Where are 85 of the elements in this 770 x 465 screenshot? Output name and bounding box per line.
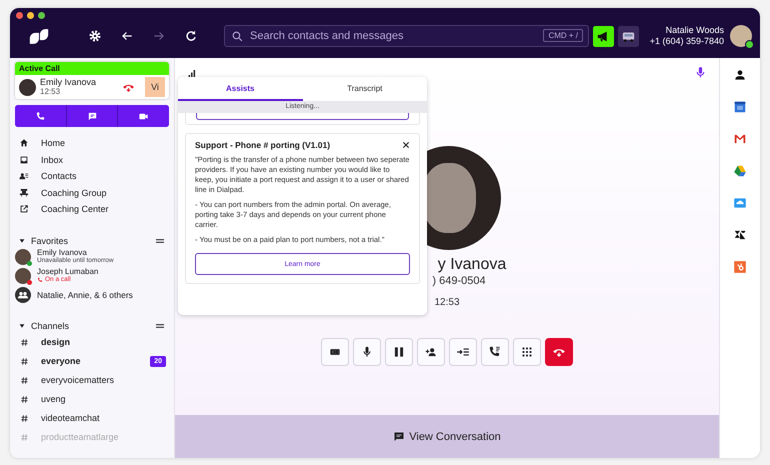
call-timer: 12:53 xyxy=(40,87,62,96)
presence-dot xyxy=(745,40,754,49)
hold-button[interactable] xyxy=(385,338,413,366)
group-icon xyxy=(19,188,29,198)
caller-phone: ) 649-0504 xyxy=(432,275,486,287)
close-icon[interactable] xyxy=(402,141,410,149)
initials-badge[interactable]: Vi xyxy=(145,77,165,97)
keypad-button[interactable] xyxy=(513,338,541,366)
hangup-button[interactable] xyxy=(545,338,573,366)
nav-item[interactable]: Coaching Center xyxy=(15,201,169,218)
channel-name[interactable]: uveng xyxy=(41,394,169,404)
card-title: Support - Phone # porting (V1.01) xyxy=(195,140,330,150)
hash-icon xyxy=(21,434,28,440)
megaphone-icon[interactable] xyxy=(593,26,614,46)
menu-icon[interactable] xyxy=(156,322,164,328)
group-avatar-icon[interactable] xyxy=(15,287,31,303)
phone-icon xyxy=(37,277,43,283)
hash-icon xyxy=(21,396,28,402)
hash-icon xyxy=(21,376,28,384)
active-call-card[interactable]: Active Call Emily Ivanova 12:53 Vi xyxy=(15,62,169,99)
transfer-button[interactable] xyxy=(449,338,477,366)
call-timer: 12:53 xyxy=(434,297,460,308)
channel-name[interactable]: everyvoicematters xyxy=(41,375,169,385)
mail-icon[interactable] xyxy=(733,132,747,146)
van-icon[interactable] xyxy=(618,26,639,46)
nav-item[interactable]: Coaching Group xyxy=(15,184,169,201)
contact-name[interactable]: Joseph Lumaban xyxy=(37,268,98,276)
hash-icon xyxy=(21,338,28,346)
close-window-button[interactable] xyxy=(16,12,23,19)
user-phone: +1 (604) 359-7840 xyxy=(650,36,724,47)
user-name: Natalie Woods xyxy=(666,25,724,36)
avatar xyxy=(19,78,36,96)
caller-name: y Ivanova xyxy=(438,256,506,274)
tab[interactable]: Transcript xyxy=(302,77,427,101)
view-conversation-button[interactable]: View Conversation xyxy=(175,415,719,458)
forward-button[interactable] xyxy=(481,338,509,366)
contact-avatar[interactable] xyxy=(15,268,31,284)
calendar-icon[interactable] xyxy=(733,100,747,114)
add-person-icon xyxy=(424,345,438,359)
user-avatar[interactable] xyxy=(730,25,752,47)
maximize-window-button[interactable] xyxy=(38,12,45,19)
mic-button[interactable] xyxy=(353,338,381,366)
rec-button[interactable] xyxy=(321,338,349,366)
nav-item[interactable]: Inbox xyxy=(15,152,169,168)
contact-avatar[interactable] xyxy=(15,249,31,265)
menu-icon[interactable] xyxy=(156,238,164,244)
cloud-icon[interactable] xyxy=(733,196,747,210)
home-icon xyxy=(19,138,29,148)
tab[interactable]: Assists xyxy=(178,77,302,101)
channel-name[interactable]: videoteamchat xyxy=(41,413,169,423)
zigzag-logo-icon[interactable] xyxy=(733,228,747,242)
active-call-label: Active Call xyxy=(15,62,169,75)
collapse-caret-icon[interactable] xyxy=(19,238,25,244)
microphone-icon[interactable] xyxy=(694,66,707,79)
collapse-caret-icon[interactable] xyxy=(19,322,25,328)
search-icon xyxy=(231,30,244,42)
refresh-icon[interactable] xyxy=(184,29,198,43)
contact-name[interactable]: Emily Ivanova xyxy=(37,249,114,257)
group-name[interactable]: Natalie, Annie, & 6 others xyxy=(37,290,133,300)
add-button[interactable] xyxy=(417,338,445,366)
settings-icon[interactable] xyxy=(88,29,102,43)
hash-icon xyxy=(21,414,28,422)
external-icon xyxy=(19,204,29,214)
drive-icon[interactable] xyxy=(733,164,747,178)
person-icon[interactable] xyxy=(733,68,747,82)
inbox-icon xyxy=(19,154,29,165)
nav-item[interactable]: Home xyxy=(15,135,169,152)
pause-icon xyxy=(392,345,406,359)
shortcut-hint: CMD + / xyxy=(543,29,583,42)
hash-icon xyxy=(21,358,28,364)
logo-icon xyxy=(28,28,50,44)
channel-name[interactable]: design xyxy=(41,337,169,347)
channel-name[interactable]: everyone xyxy=(41,356,150,366)
chat-icon xyxy=(86,110,98,122)
chat-icon xyxy=(393,430,406,442)
phone-icon xyxy=(34,110,46,122)
section-title: Channels xyxy=(31,320,70,330)
sprocket-icon[interactable] xyxy=(733,260,747,274)
section-title: Favorites xyxy=(31,236,70,246)
keypad-icon xyxy=(520,345,534,359)
contacts-icon xyxy=(19,171,29,182)
minimize-window-button[interactable] xyxy=(27,12,34,19)
phone-forward-icon xyxy=(488,345,502,359)
caller-name: Emily Ivanova xyxy=(40,78,98,87)
nav-item[interactable]: Contacts xyxy=(15,168,169,184)
